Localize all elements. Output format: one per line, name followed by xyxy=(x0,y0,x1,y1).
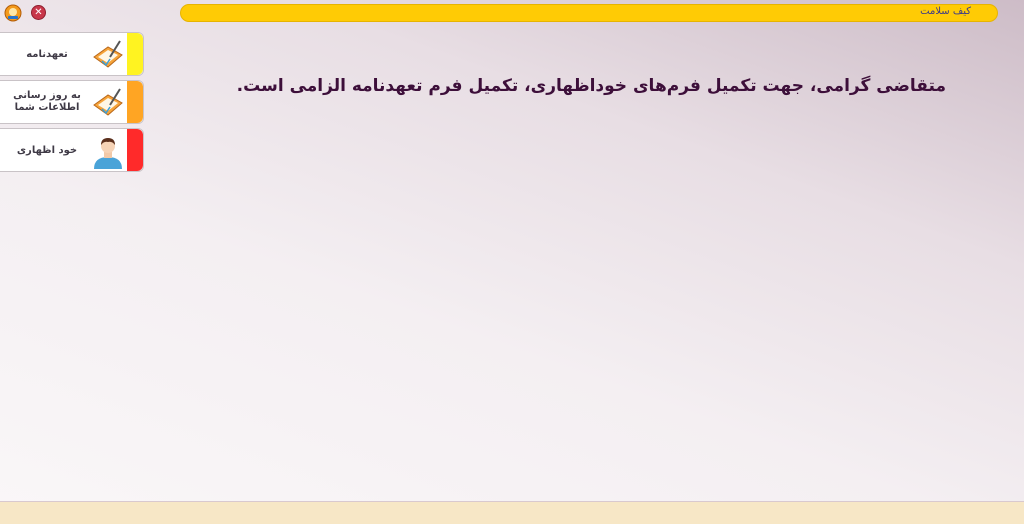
menu-item-label: خود اظهاری xyxy=(16,145,78,156)
user-avatar-icon xyxy=(90,133,126,169)
page-message: متقاضی گرامی، جهت تکمیل فرم‌های خوداظهار… xyxy=(236,76,946,96)
window-title: کیف سلامت xyxy=(920,6,971,17)
menu-item-self-declaration[interactable]: خود اظهاری xyxy=(0,128,144,172)
menu-tab-red xyxy=(127,129,143,171)
close-icon[interactable]: ✕ xyxy=(31,5,46,20)
menu-tab-orange xyxy=(127,81,143,123)
title-bar: کیف سلامت xyxy=(180,4,998,22)
footer-bar xyxy=(0,501,1024,524)
side-menu: تعهدنامه به روز رسانی اطلاعات شما خود اظ… xyxy=(0,32,144,176)
pen-paper-icon xyxy=(90,37,126,73)
menu-item-update-info[interactable]: به روز رسانی اطلاعات شما xyxy=(0,80,144,124)
app-emblem-icon xyxy=(4,4,22,22)
menu-item-label: به روز رسانی اطلاعات شما xyxy=(13,90,81,113)
menu-item-commitment[interactable]: تعهدنامه xyxy=(0,32,144,76)
menu-item-label: تعهدنامه xyxy=(26,49,68,60)
pen-paper-icon xyxy=(90,85,126,121)
menu-tab-yellow xyxy=(127,33,143,75)
